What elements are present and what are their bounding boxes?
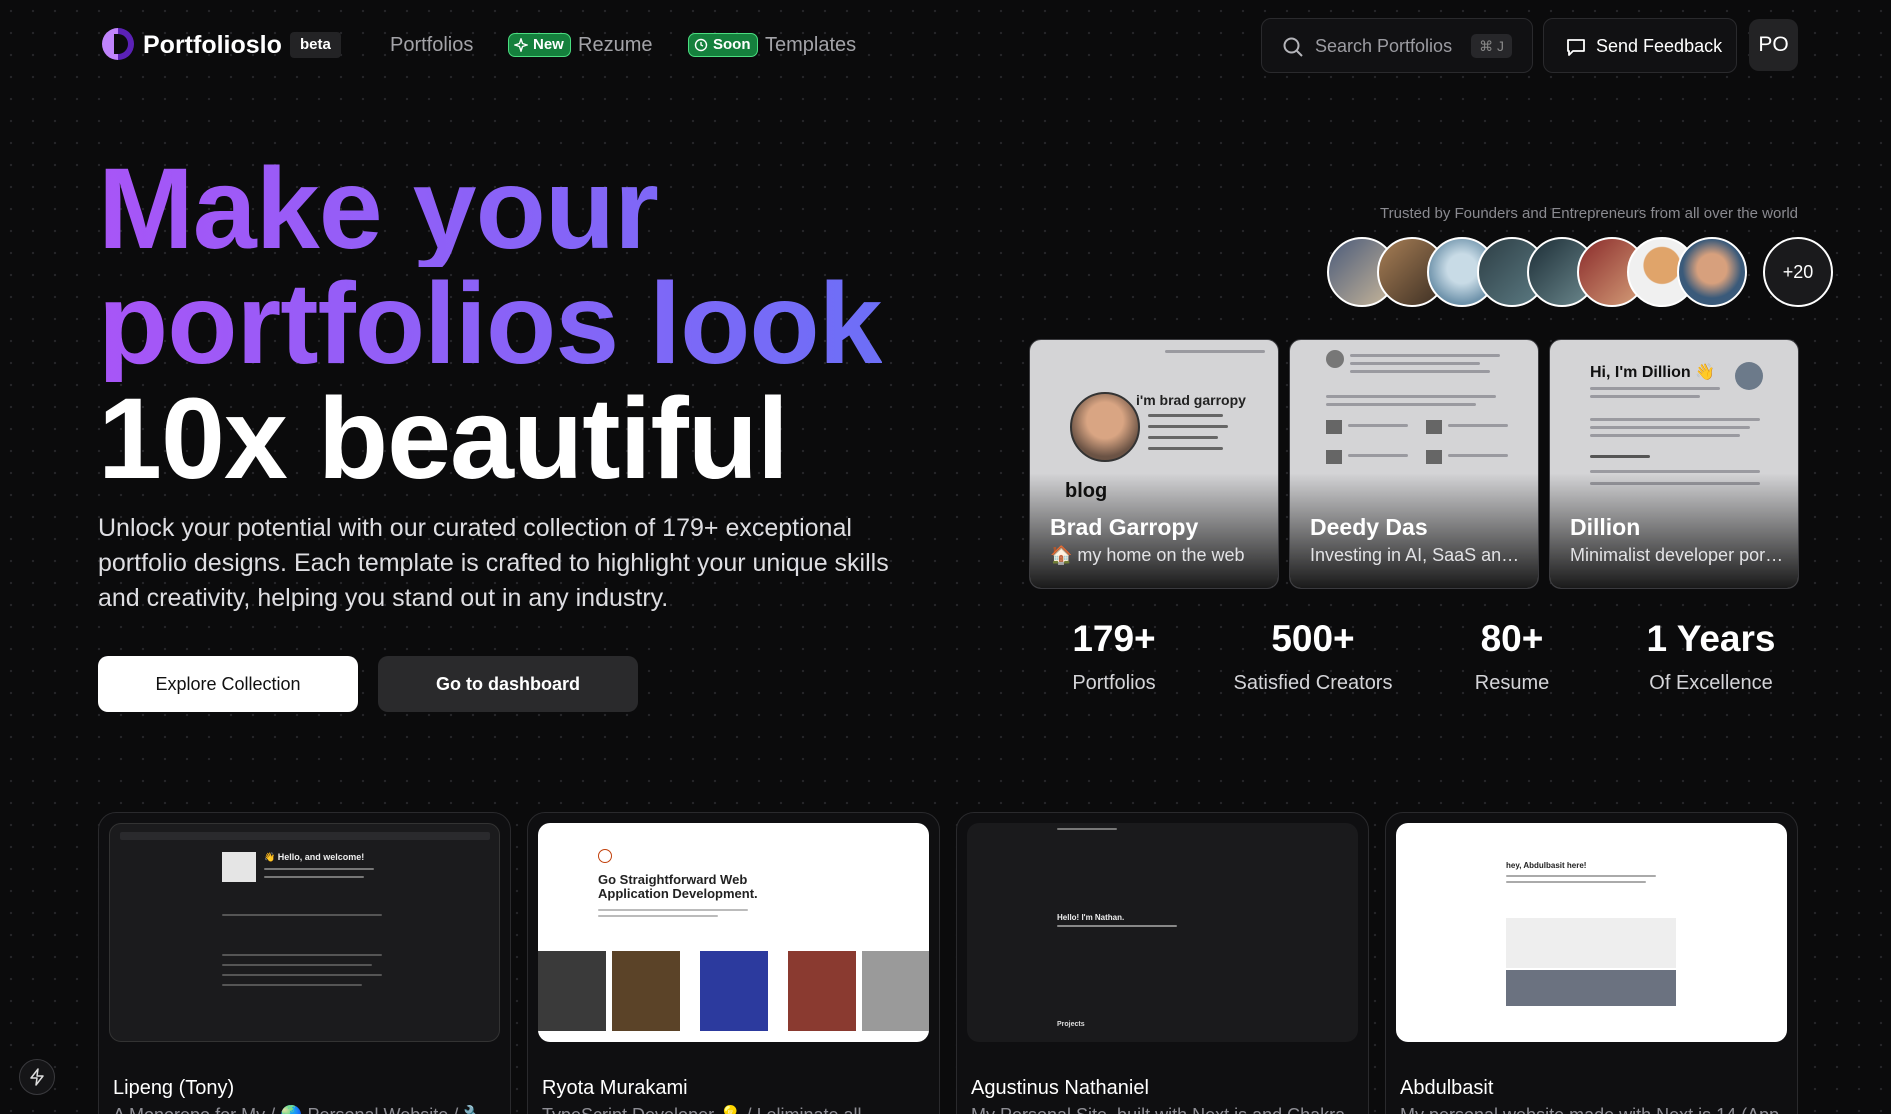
search-shortcut: ⌘ J [1471,34,1512,58]
featured-card-name: Dillion [1570,514,1641,540]
shot-title: Go Straightforward Web Application Devel… [598,872,758,901]
soon-badge: Soon [688,33,758,57]
avatar [1070,392,1140,462]
stat-years: 1 Years Of Excellence [1611,618,1811,695]
featured-card-name: Deedy Das [1310,514,1428,540]
search-input[interactable]: Search Portfolios ⌘ J [1261,18,1533,73]
shot-title: hey, Abdulbasit here! [1506,861,1587,870]
top-nav: Portfolioslo beta Portfolios New Rezume … [0,0,1891,92]
shot-title: 👋 Hello, and welcome! [264,852,365,862]
featured-card-desc: 🏠 my home on the web [1050,545,1245,565]
card-inner-title: Hi, I'm Dillion 👋 [1590,364,1716,381]
featured-card[interactable]: i'm brad garropy blog Brad Garropy 🏠 my … [1029,339,1279,589]
go-to-dashboard-button[interactable]: Go to dashboard [378,656,638,712]
portfolio-desc: A Monorepo for My / 🌏 Personal Website /… [113,1105,486,1114]
hero-line-3: 10x beautiful [98,382,882,497]
soon-badge-label: Soon [713,36,751,53]
portfolio-desc: My personal website made with Next.js 14… [1400,1105,1779,1114]
logo-icon[interactable] [102,28,134,60]
nav-templates[interactable]: Templates [765,34,856,57]
featured-card[interactable]: Hi, I'm Dillion 👋 Dillion Minimalist dev… [1549,339,1799,589]
portfolio-name: Agustinus Nathaniel [971,1077,1149,1099]
portfolio-screenshot: 👋 Hello, and welcome! [109,823,500,1042]
search-placeholder: Search Portfolios [1315,36,1453,56]
send-feedback-label: Send Feedback [1596,36,1723,56]
stat-value: 80+ [1480,618,1544,659]
sparkle-icon [514,38,528,52]
portfolio-screenshot: hey, Abdulbasit here! [1396,823,1787,1042]
trusted-text: Trusted by Founders and Entrepreneurs fr… [1380,205,1798,222]
portfolio-desc: My Personal Site, built with Next.js and… [971,1105,1345,1114]
lightning-icon [30,1068,44,1086]
portfolio-name: Abdulbasit [1400,1077,1494,1099]
card-inner-title: i'm brad garropy [1136,392,1246,408]
stat-label: Portfolios [1072,672,1156,694]
message-icon [1567,39,1585,56]
portfolio-desc: TypeScript Developer 💡 / I eliminate all [542,1105,862,1114]
stat-creators: 500+ Satisfied Creators [1213,618,1413,695]
portfolio-screenshot: Go Straightforward Web Application Devel… [538,823,929,1042]
portfolio-card[interactable]: Go Straightforward Web Application Devel… [527,812,940,1114]
brand-name[interactable]: Portfolioslo [143,31,282,60]
nav-portfolios[interactable]: Portfolios [390,34,473,57]
shot-sub: Projects [1057,1021,1085,1028]
new-badge-label: New [533,36,564,53]
featured-card-desc: Minimalist developer portfolio [1570,545,1785,565]
search-icon [1283,37,1303,57]
stat-value: 500+ [1271,618,1355,659]
portfolio-name: Ryota Murakami [542,1077,688,1099]
hero-line-2: portfolios look [98,260,883,388]
avatar [1735,362,1763,390]
portfolio-name: Lipeng (Tony) [113,1077,235,1099]
featured-card-name: Brad Garropy [1050,514,1199,540]
user-avatar[interactable]: PO [1749,19,1798,71]
stat-portfolios: 179+ Portfolios [1014,618,1214,695]
stat-resume: 80+ Resume [1412,618,1612,695]
portfolio-card[interactable]: hey, Abdulbasit here! Abdulbasit My pers… [1385,812,1798,1114]
new-badge: New [508,33,571,57]
hero-subtitle: Unlock your potential with our curated c… [98,514,889,612]
stat-value: 179+ [1072,618,1156,659]
hero-beautiful: beautiful [317,375,789,503]
portfolio-card[interactable]: 👋 Hello, and welcome! Lipeng (Tony) A Mo… [98,812,511,1114]
hero-10x: 10x [98,375,288,503]
nav-rezume[interactable]: Rezume [578,34,652,57]
portfolio-screenshot: Hello! I'm Nathan. Projects [967,823,1358,1042]
lightning-button[interactable] [19,1059,55,1095]
stat-label: Satisfied Creators [1233,672,1393,694]
beta-badge: beta [290,32,341,58]
stat-label: Of Excellence [1649,672,1773,694]
send-feedback-button[interactable]: Send Feedback [1543,18,1737,73]
avatar [1677,237,1747,307]
shot-title: Hello! I'm Nathan. [1057,913,1125,922]
stat-value: 1 Years [1646,618,1776,659]
featured-card[interactable]: Deedy Das Investing in AI, SaaS and more [1289,339,1539,589]
stat-label: Resume [1474,672,1550,694]
portfolio-card[interactable]: Hello! I'm Nathan. Projects Agustinus Na… [956,812,1369,1114]
more-avatars-count: +20 [1763,237,1833,307]
hero-line-1: Make your [98,152,882,267]
explore-collection-button[interactable]: Explore Collection [98,656,358,712]
hero-heading: Make your portfolios look 10x beautiful [98,152,883,497]
clock-icon [694,38,708,52]
avatar [1326,350,1344,368]
featured-card-desc: Investing in AI, SaaS and more [1310,545,1525,565]
